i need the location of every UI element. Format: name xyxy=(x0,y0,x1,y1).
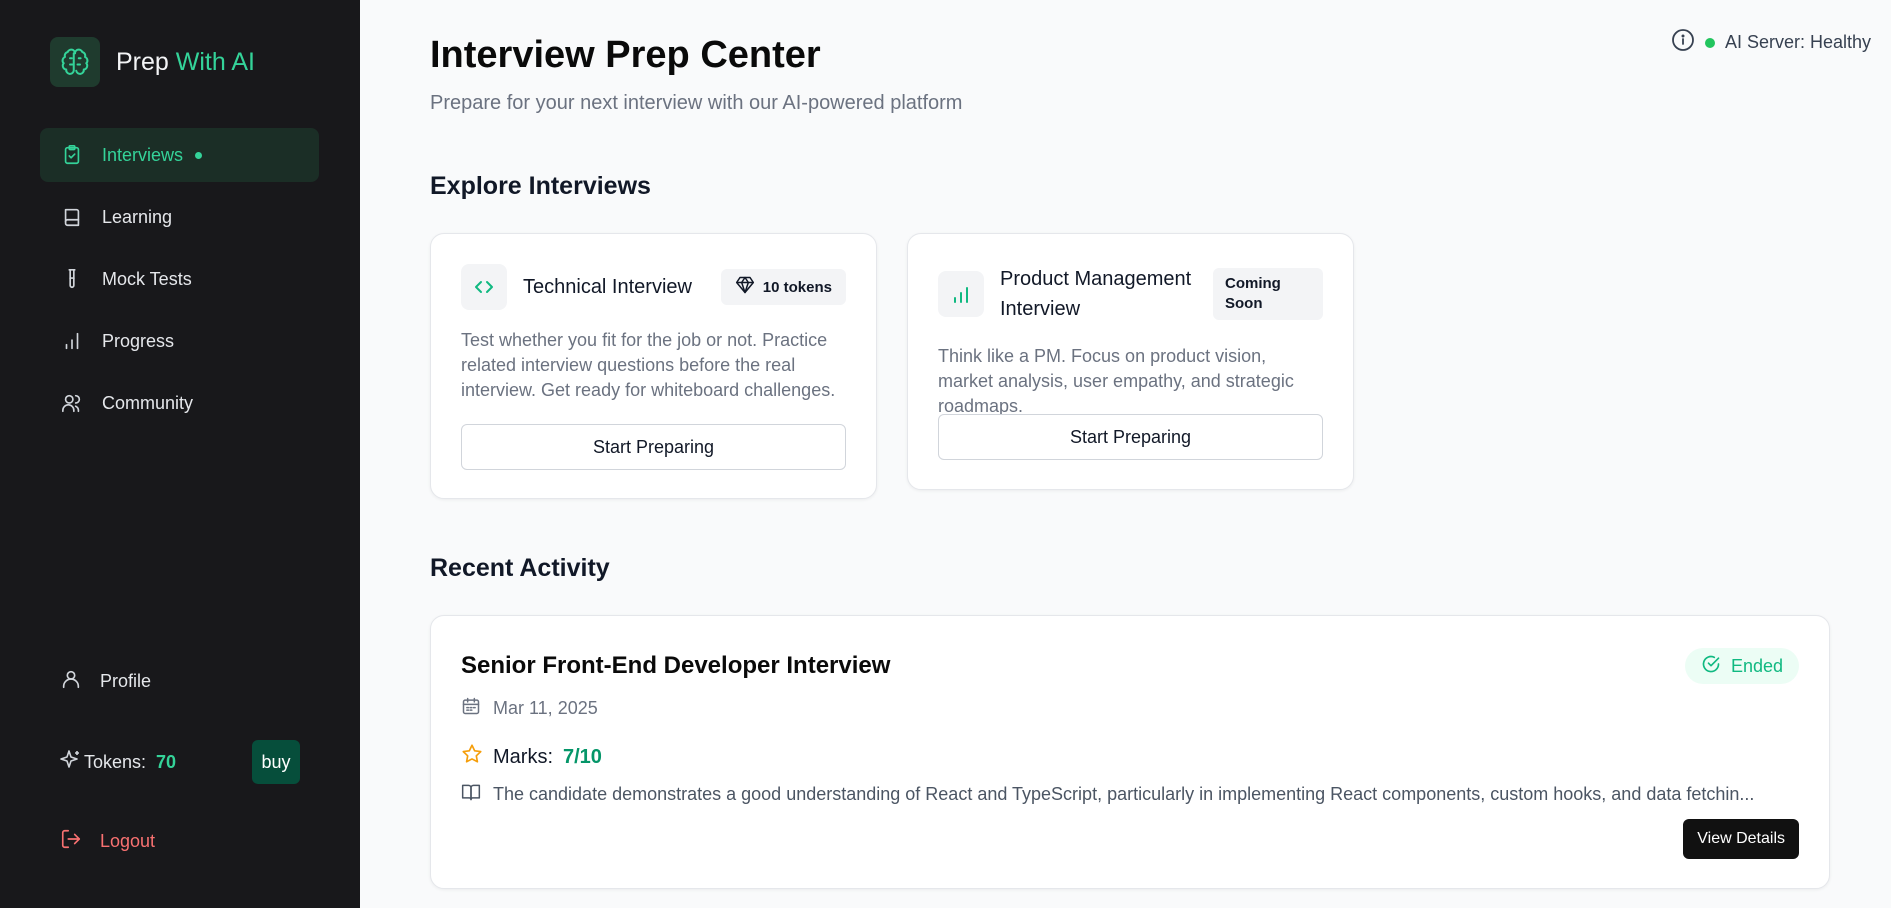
sidebar-item-profile[interactable]: Profile xyxy=(60,668,151,695)
user-icon xyxy=(60,668,82,695)
sidebar-item-progress[interactable]: Progress xyxy=(40,314,319,368)
start-preparing-button[interactable]: Start Preparing xyxy=(938,414,1323,460)
activity-marks: Marks: 7/10 xyxy=(461,743,602,771)
tokens-count: 70 xyxy=(156,751,177,772)
test-tube-icon xyxy=(60,267,84,291)
sidebar-item-interviews[interactable]: Interviews xyxy=(40,128,319,182)
card-title: Product Management Interview xyxy=(1000,268,1192,320)
profile-label: Profile xyxy=(100,671,152,691)
active-indicator xyxy=(195,151,203,159)
diamond-icon xyxy=(735,275,755,299)
calendar-icon xyxy=(461,696,481,721)
sidebar-item-mock-tests[interactable]: Mock Tests xyxy=(40,252,319,306)
book-open-icon xyxy=(461,782,481,807)
summary-text: The candidate demonstrates a good unders… xyxy=(493,784,1755,804)
recent-activity-title: Recent Activity xyxy=(430,554,610,582)
sidebar-item-learning[interactable]: Learning xyxy=(40,190,319,244)
start-preparing-button[interactable]: Start Preparing xyxy=(461,424,846,470)
sidebar-item-label: Progress xyxy=(102,330,175,351)
logout-icon xyxy=(60,828,82,855)
status-dot xyxy=(1704,37,1715,48)
sidebar-nav: Interviews Learning Mock Tests Progress … xyxy=(40,128,319,438)
code-icon xyxy=(461,264,507,310)
star-icon xyxy=(461,743,483,771)
page-title: Interview Prep Center xyxy=(430,34,821,76)
sidebar-item-label: Mock Tests xyxy=(102,268,192,289)
book-icon xyxy=(60,205,84,229)
server-status-text: AI Server: Healthy xyxy=(1724,32,1871,52)
logout-label: Logout xyxy=(100,831,156,851)
sparkles-icon xyxy=(58,748,82,777)
activity-date: Mar 11, 2025 xyxy=(461,696,598,721)
coming-soon-badge: Coming Soon xyxy=(1213,268,1323,320)
logout-button[interactable]: Logout xyxy=(60,828,155,855)
server-status: AI Server: Healthy xyxy=(1671,28,1871,57)
sidebar-item-community[interactable]: Community xyxy=(40,376,319,430)
tokens-label: Tokens: xyxy=(84,751,147,772)
card-description: Test whether you fit for the job or not.… xyxy=(461,330,836,400)
date-text: Mar 11, 2025 xyxy=(493,698,598,718)
info-icon[interactable] xyxy=(1671,28,1695,57)
sidebar-item-label: Community xyxy=(102,392,194,413)
brand[interactable]: Prep With AI xyxy=(50,37,255,87)
brand-name: Prep With AI xyxy=(116,48,255,77)
interview-card-product-management: Product Management Interview Coming Soon… xyxy=(907,233,1354,490)
page-subtitle: Prepare for your next interview with our… xyxy=(430,92,963,114)
explore-section-title: Explore Interviews xyxy=(430,172,651,200)
activity-summary: The candidate demonstrates a good unders… xyxy=(461,782,1754,807)
card-title: Technical Interview xyxy=(523,276,692,298)
token-cost-badge: 10 tokens xyxy=(720,269,846,305)
tokens-row: Tokens: 70 buy xyxy=(58,740,300,784)
bar-chart-icon xyxy=(60,329,84,353)
interview-card-technical: Technical Interview 10 tokens Test wheth… xyxy=(430,233,877,499)
brand-name-part1: Prep xyxy=(116,47,169,76)
status-badge: Ended xyxy=(1684,648,1799,684)
users-icon xyxy=(60,391,84,415)
buy-tokens-button[interactable]: buy xyxy=(252,740,300,784)
sidebar: Prep With AI Interviews Learning Mock Te… xyxy=(0,0,360,908)
marks-label: Marks: xyxy=(493,745,553,768)
status-text: Ended xyxy=(1730,655,1783,676)
card-header: Product Management Interview Coming Soon xyxy=(938,264,1323,324)
sidebar-item-label: Interviews xyxy=(102,144,184,165)
marks-value: 7/10 xyxy=(563,745,602,768)
sidebar-item-label: Learning xyxy=(102,206,173,227)
activity-card: Senior Front-End Developer Interview End… xyxy=(430,615,1830,889)
card-description: Think like a PM. Focus on product vision… xyxy=(938,346,1294,416)
activity-title: Senior Front-End Developer Interview xyxy=(461,652,891,679)
brain-icon xyxy=(50,37,100,87)
brand-name-accent: With AI xyxy=(175,47,255,76)
card-header: Technical Interview 10 tokens xyxy=(461,264,846,310)
view-details-button[interactable]: View Details xyxy=(1683,819,1799,859)
clipboard-check-icon xyxy=(60,143,84,167)
main-content: AI Server: Healthy Interview Prep Center… xyxy=(360,0,1891,908)
bar-chart-icon xyxy=(938,271,984,317)
check-circle-icon xyxy=(1701,654,1721,679)
badge-text: 10 tokens xyxy=(762,278,832,296)
